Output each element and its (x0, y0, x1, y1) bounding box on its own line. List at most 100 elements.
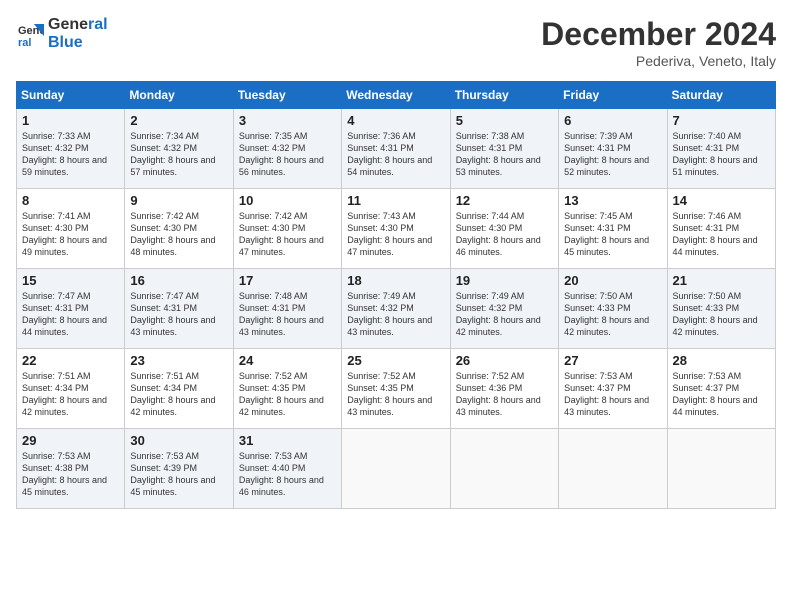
day-details: Sunrise: 7:52 AMSunset: 4:36 PMDaylight:… (456, 370, 553, 419)
day-details: Sunrise: 7:53 AMSunset: 4:37 PMDaylight:… (673, 370, 770, 419)
day-number: 9 (130, 193, 227, 208)
day-number: 4 (347, 113, 444, 128)
day-header-saturday: Saturday (667, 82, 775, 109)
day-number: 26 (456, 353, 553, 368)
day-number: 15 (22, 273, 119, 288)
day-number: 1 (22, 113, 119, 128)
calendar-cell: 30 Sunrise: 7:53 AMSunset: 4:39 PMDayligh… (125, 429, 233, 509)
day-number: 6 (564, 113, 661, 128)
calendar-cell: 31Sunrise: 7:53 AMSunset: 4:40 PMDayligh… (233, 429, 341, 509)
calendar-cell: 4Sunrise: 7:36 AMSunset: 4:31 PMDaylight… (342, 109, 450, 189)
day-number: 5 (456, 113, 553, 128)
calendar-cell (667, 429, 775, 509)
calendar-week-row: 29 Sunrise: 7:53 AMSunset: 4:38 PMDayligh… (17, 429, 776, 509)
calendar-cell: 10Sunrise: 7:42 AMSunset: 4:30 PMDayligh… (233, 189, 341, 269)
day-number: 22 (22, 353, 119, 368)
calendar-cell: 8 Sunrise: 7:41 AMSunset: 4:30 PMDaylight… (17, 189, 125, 269)
calendar-cell (559, 429, 667, 509)
day-number: 16 (130, 273, 227, 288)
day-details: Sunrise: 7:35 AMSunset: 4:32 PMDaylight:… (239, 130, 336, 179)
day-details: Sunrise: 7:53 AMSunset: 4:39 PMDaylight:… (130, 450, 227, 499)
day-details: Sunrise: 7:53 AMSunset: 4:40 PMDaylight:… (239, 450, 336, 499)
day-number: 30 (130, 433, 227, 448)
calendar-cell: 17 Sunrise: 7:48 AMSunset: 4:31 PMDayligh… (233, 269, 341, 349)
day-number: 28 (673, 353, 770, 368)
day-details: Sunrise: 7:52 AMSunset: 4:35 PMDaylight:… (347, 370, 444, 419)
calendar-cell: 9 Sunrise: 7:42 AMSunset: 4:30 PMDaylight… (125, 189, 233, 269)
calendar-week-row: 15 Sunrise: 7:47 AMSunset: 4:31 PMDayligh… (17, 269, 776, 349)
day-number: 14 (673, 193, 770, 208)
day-number: 29 (22, 433, 119, 448)
day-details: Sunrise: 7:46 AMSunset: 4:31 PMDaylight:… (673, 210, 770, 259)
day-details: Sunrise: 7:43 AMSunset: 4:30 PMDaylight:… (347, 210, 444, 259)
day-number: 23 (130, 353, 227, 368)
day-details: Sunrise: 7:44 AMSunset: 4:30 PMDaylight:… (456, 210, 553, 259)
day-number: 8 (22, 193, 119, 208)
calendar-cell: 24Sunrise: 7:52 AMSunset: 4:35 PMDayligh… (233, 349, 341, 429)
calendar-table: SundayMondayTuesdayWednesdayThursdayFrid… (16, 81, 776, 509)
day-number: 7 (673, 113, 770, 128)
calendar-cell: 2 Sunrise: 7:34 AMSunset: 4:32 PMDaylight… (125, 109, 233, 189)
day-number: 2 (130, 113, 227, 128)
calendar-cell: 21Sunrise: 7:50 AMSunset: 4:33 PMDayligh… (667, 269, 775, 349)
page-header: Gene ral General Blue December 2024 Pede… (16, 16, 776, 69)
calendar-cell: 18 Sunrise: 7:49 AMSunset: 4:32 PMDayligh… (342, 269, 450, 349)
day-details: Sunrise: 7:53 AMSunset: 4:37 PMDaylight:… (564, 370, 661, 419)
calendar-cell: 16 Sunrise: 7:47 AMSunset: 4:31 PMDayligh… (125, 269, 233, 349)
calendar-cell: 26 Sunrise: 7:52 AMSunset: 4:36 PMDayligh… (450, 349, 558, 429)
calendar-week-row: 1 Sunrise: 7:33 AMSunset: 4:32 PMDaylight… (17, 109, 776, 189)
calendar-cell: 28 Sunrise: 7:53 AMSunset: 4:37 PMDayligh… (667, 349, 775, 429)
day-details: Sunrise: 7:33 AMSunset: 4:32 PMDaylight:… (22, 130, 119, 179)
day-details: Sunrise: 7:45 AMSunset: 4:31 PMDaylight:… (564, 210, 661, 259)
day-details: Sunrise: 7:42 AMSunset: 4:30 PMDaylight:… (130, 210, 227, 259)
calendar-cell: 1 Sunrise: 7:33 AMSunset: 4:32 PMDaylight… (17, 109, 125, 189)
calendar-cell: 19 Sunrise: 7:49 AMSunset: 4:32 PMDayligh… (450, 269, 558, 349)
calendar-header-row: SundayMondayTuesdayWednesdayThursdayFrid… (17, 82, 776, 109)
day-number: 18 (347, 273, 444, 288)
day-details: Sunrise: 7:47 AMSunset: 4:31 PMDaylight:… (130, 290, 227, 339)
day-number: 25 (347, 353, 444, 368)
calendar-cell: 13Sunrise: 7:45 AMSunset: 4:31 PMDayligh… (559, 189, 667, 269)
day-number: 11 (347, 193, 444, 208)
calendar-cell: 23 Sunrise: 7:51 AMSunset: 4:34 PMDayligh… (125, 349, 233, 429)
calendar-cell: 25 Sunrise: 7:52 AMSunset: 4:35 PMDayligh… (342, 349, 450, 429)
day-details: Sunrise: 7:48 AMSunset: 4:31 PMDaylight:… (239, 290, 336, 339)
day-details: Sunrise: 7:50 AMSunset: 4:33 PMDaylight:… (564, 290, 661, 339)
calendar-week-row: 8 Sunrise: 7:41 AMSunset: 4:30 PMDaylight… (17, 189, 776, 269)
day-details: Sunrise: 7:38 AMSunset: 4:31 PMDaylight:… (456, 130, 553, 179)
day-details: Sunrise: 7:51 AMSunset: 4:34 PMDaylight:… (22, 370, 119, 419)
day-header-thursday: Thursday (450, 82, 558, 109)
day-number: 20 (564, 273, 661, 288)
day-details: Sunrise: 7:51 AMSunset: 4:34 PMDaylight:… (130, 370, 227, 419)
day-details: Sunrise: 7:50 AMSunset: 4:33 PMDaylight:… (673, 290, 770, 339)
calendar-cell (342, 429, 450, 509)
day-header-wednesday: Wednesday (342, 82, 450, 109)
calendar-week-row: 22 Sunrise: 7:51 AMSunset: 4:34 PMDayligh… (17, 349, 776, 429)
day-header-tuesday: Tuesday (233, 82, 341, 109)
day-number: 19 (456, 273, 553, 288)
calendar-cell: 29 Sunrise: 7:53 AMSunset: 4:38 PMDayligh… (17, 429, 125, 509)
day-details: Sunrise: 7:39 AMSunset: 4:31 PMDaylight:… (564, 130, 661, 179)
day-details: Sunrise: 7:52 AMSunset: 4:35 PMDaylight:… (239, 370, 336, 419)
calendar-cell: 3 Sunrise: 7:35 AMSunset: 4:32 PMDaylight… (233, 109, 341, 189)
calendar-cell: 22 Sunrise: 7:51 AMSunset: 4:34 PMDayligh… (17, 349, 125, 429)
day-details: Sunrise: 7:40 AMSunset: 4:31 PMDaylight:… (673, 130, 770, 179)
calendar-cell: 6 Sunrise: 7:39 AMSunset: 4:31 PMDaylight… (559, 109, 667, 189)
day-number: 17 (239, 273, 336, 288)
day-details: Sunrise: 7:49 AMSunset: 4:32 PMDaylight:… (347, 290, 444, 339)
calendar-cell (450, 429, 558, 509)
logo: Gene ral General Blue (16, 16, 108, 51)
location-subtitle: Pederiva, Veneto, Italy (541, 53, 776, 69)
day-details: Sunrise: 7:34 AMSunset: 4:32 PMDaylight:… (130, 130, 227, 179)
day-details: Sunrise: 7:42 AMSunset: 4:30 PMDaylight:… (239, 210, 336, 259)
day-details: Sunrise: 7:53 AMSunset: 4:38 PMDaylight:… (22, 450, 119, 499)
calendar-cell: 20 Sunrise: 7:50 AMSunset: 4:33 PMDayligh… (559, 269, 667, 349)
calendar-cell: 12Sunrise: 7:44 AMSunset: 4:30 PMDayligh… (450, 189, 558, 269)
calendar-cell: 7 Sunrise: 7:40 AMSunset: 4:31 PMDaylight… (667, 109, 775, 189)
day-number: 3 (239, 113, 336, 128)
month-title: December 2024 (541, 16, 776, 53)
day-details: Sunrise: 7:49 AMSunset: 4:32 PMDaylight:… (456, 290, 553, 339)
logo-icon: Gene ral (16, 20, 44, 48)
day-details: Sunrise: 7:41 AMSunset: 4:30 PMDaylight:… (22, 210, 119, 259)
logo-text-general: General (48, 16, 108, 34)
